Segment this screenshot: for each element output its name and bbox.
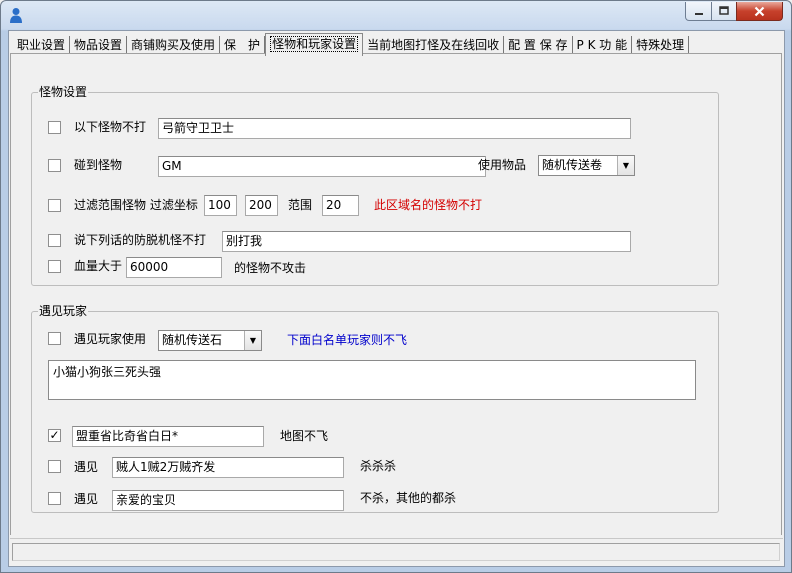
filter-y-input[interactable]: 200 bbox=[245, 195, 278, 216]
minimize-button[interactable] bbox=[685, 2, 712, 21]
spare-player-checkbox[interactable] bbox=[48, 492, 61, 505]
minimize-icon bbox=[694, 13, 703, 15]
meet-player-item-select[interactable]: 随机传送石 ▼ bbox=[158, 330, 262, 351]
meet-player-item-value: 随机传送石 bbox=[162, 333, 223, 347]
hp-filter-label: 血量大于 bbox=[74, 259, 123, 273]
whitelist-textarea[interactable]: 小猫小狗张三死头强 bbox=[48, 360, 696, 400]
filter-range-checkbox[interactable] bbox=[48, 199, 61, 212]
hp-filter-suffix: 的怪物不攻击 bbox=[234, 261, 307, 275]
range-note: 此区域名的怪物不打 bbox=[374, 198, 483, 212]
hp-filter-checkbox[interactable] bbox=[48, 260, 61, 273]
spare-player-suffix: 不杀，其他的都杀 bbox=[360, 491, 457, 505]
whitelist-note: 下面白名单玩家则不飞 bbox=[287, 333, 408, 347]
meet-monster-item-select[interactable]: 随机传送卷 ▼ bbox=[538, 155, 635, 176]
chevron-down-icon[interactable]: ▼ bbox=[244, 331, 261, 350]
kill-player-input[interactable]: 贼人1贼2万贼齐发 bbox=[112, 457, 344, 478]
range-input[interactable]: 20 bbox=[322, 195, 359, 216]
maximize-icon bbox=[719, 6, 729, 15]
meet-monster-label: 碰到怪物 bbox=[74, 158, 123, 172]
no-fly-map-checkbox[interactable]: ✓ bbox=[48, 429, 61, 442]
title-bar[interactable] bbox=[1, 1, 791, 29]
talk-filter-checkbox[interactable] bbox=[48, 234, 61, 247]
range-label: 范围 bbox=[288, 198, 313, 212]
kill-player-suffix: 杀杀杀 bbox=[360, 459, 397, 473]
group-title: 怪物设置 bbox=[38, 85, 89, 99]
meet-player-label: 遇见玩家使用 bbox=[74, 332, 147, 346]
client-area: 职业设置 物品设置 商铺购买及使用 保 护 怪物和玩家设置 当前地图打怪及在线回… bbox=[8, 30, 785, 567]
talk-filter-label: 说下列话的防脱机怪不打 bbox=[74, 233, 207, 247]
kill-player-checkbox[interactable] bbox=[48, 460, 61, 473]
tab-strip: 职业设置 物品设置 商铺购买及使用 保 护 怪物和玩家设置 当前地图打怪及在线回… bbox=[13, 33, 690, 56]
chevron-down-icon[interactable]: ▼ bbox=[617, 156, 634, 175]
no-fly-map-suffix: 地图不飞 bbox=[280, 429, 329, 443]
monster-settings-group: 怪物设置 以下怪物不打 弓箭守卫卫士 碰到怪物 GM 使用物品 随机传送卷 ▼ … bbox=[31, 85, 719, 286]
meet-player-checkbox[interactable] bbox=[48, 332, 61, 345]
meet-monster-input[interactable]: GM bbox=[158, 156, 486, 177]
status-pane bbox=[12, 543, 780, 561]
app-window: 职业设置 物品设置 商铺购买及使用 保 护 怪物和玩家设置 当前地图打怪及在线回… bbox=[0, 0, 792, 573]
tab-panel: 怪物设置 以下怪物不打 弓箭守卫卫士 碰到怪物 GM 使用物品 随机传送卷 ▼ … bbox=[10, 53, 782, 535]
tab-monster-player-label: 怪物和玩家设置 bbox=[270, 36, 359, 52]
no-attack-label: 以下怪物不打 bbox=[74, 120, 147, 134]
spare-player-input[interactable]: 亲爱的宝贝 bbox=[112, 490, 344, 511]
use-item-label: 使用物品 bbox=[478, 158, 527, 172]
meet-monster-item-value: 随机传送卷 bbox=[542, 158, 603, 172]
close-icon bbox=[754, 6, 765, 16]
player-settings-group: 遇见玩家 遇见玩家使用 随机传送石 ▼ 下面白名单玩家则不飞 小猫小狗张三死头强… bbox=[31, 304, 719, 513]
meet-monster-checkbox[interactable] bbox=[48, 159, 61, 172]
no-attack-input[interactable]: 弓箭守卫卫士 bbox=[158, 118, 631, 139]
no-attack-checkbox[interactable] bbox=[48, 121, 61, 134]
filter-x-input[interactable]: 100 bbox=[204, 195, 237, 216]
spare-player-label: 遇见 bbox=[74, 492, 99, 506]
no-fly-map-input[interactable]: 盟重省比奇省白日* bbox=[72, 426, 264, 447]
tab-monster-player[interactable]: 怪物和玩家设置 bbox=[265, 33, 364, 56]
status-bar bbox=[10, 538, 783, 564]
close-button[interactable] bbox=[736, 2, 783, 21]
person-icon bbox=[10, 8, 22, 23]
hp-filter-input[interactable]: 60000 bbox=[126, 257, 222, 278]
maximize-button[interactable] bbox=[711, 2, 737, 21]
filter-range-label: 过滤范围怪物 过滤坐标 bbox=[74, 198, 198, 212]
kill-player-label: 遇见 bbox=[74, 460, 99, 474]
group-title: 遇见玩家 bbox=[38, 304, 89, 318]
talk-filter-input[interactable]: 别打我 bbox=[222, 231, 631, 252]
